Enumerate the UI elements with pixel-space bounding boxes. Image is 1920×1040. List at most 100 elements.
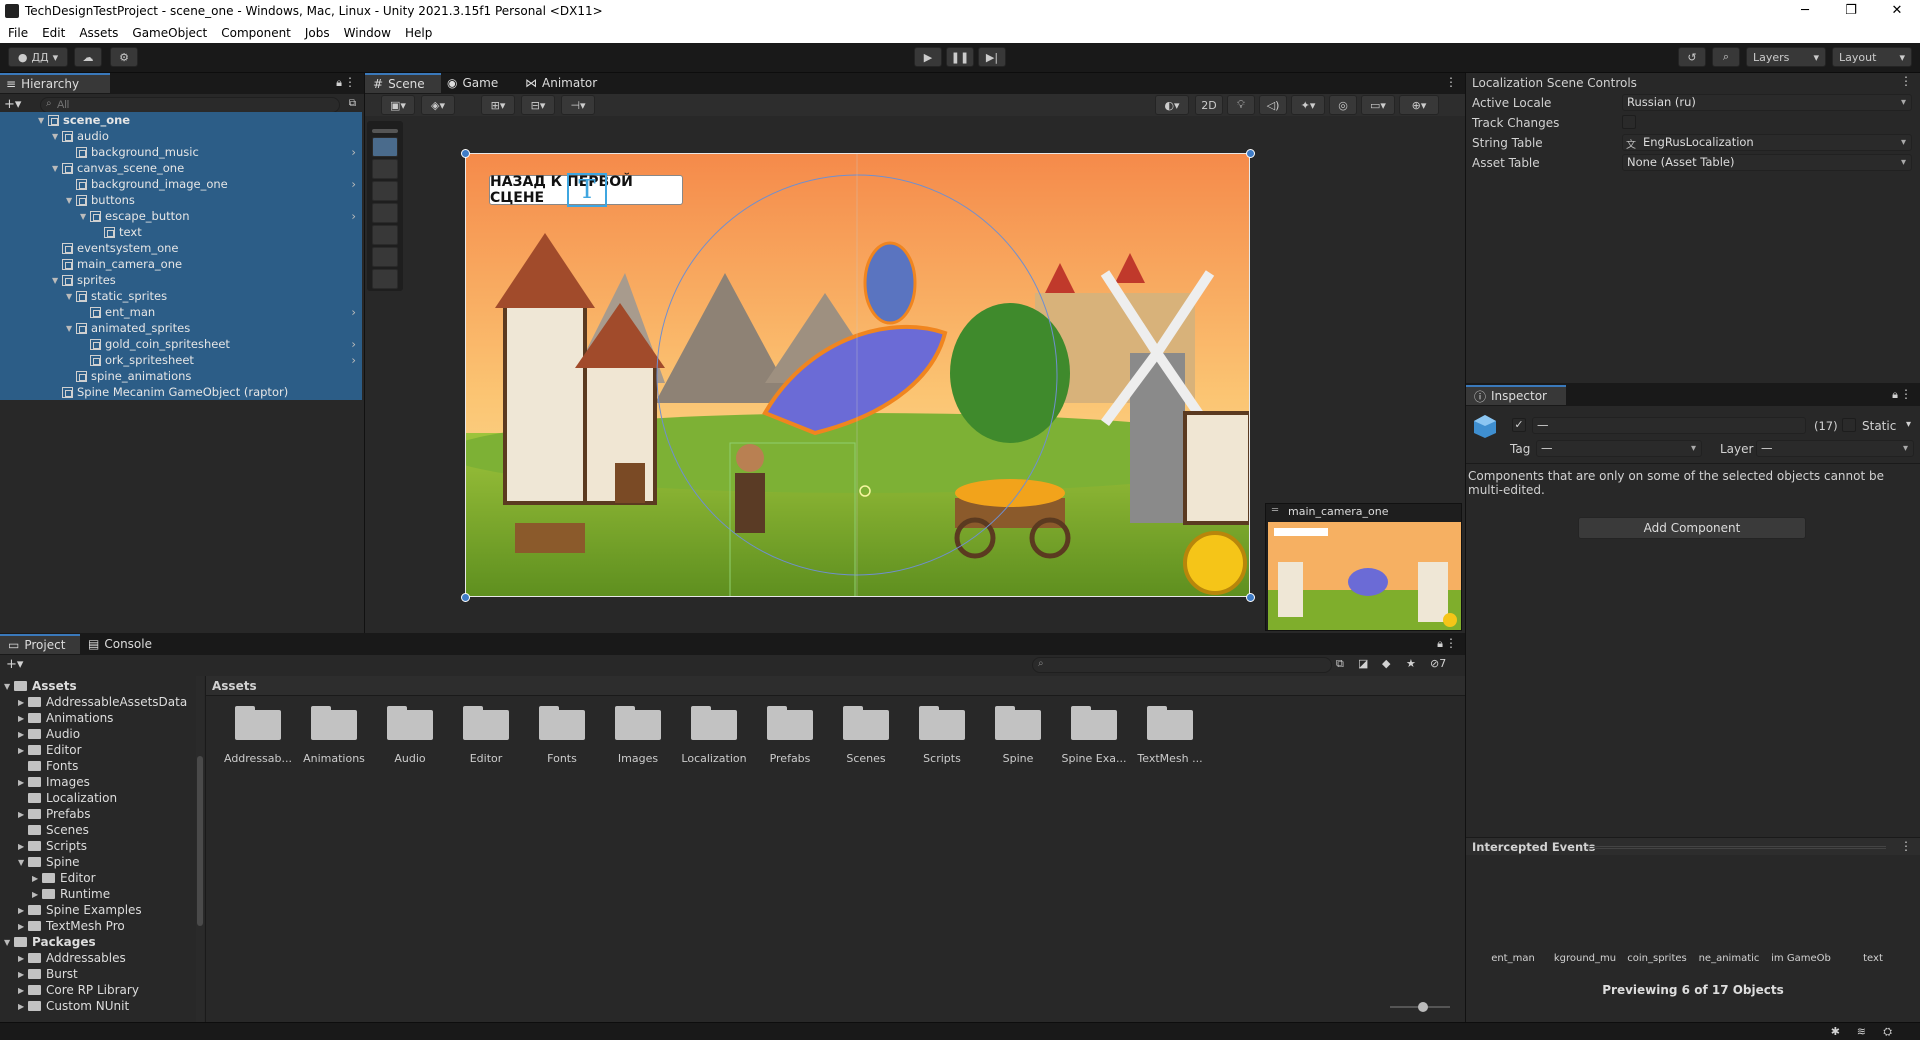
expand-arrow-icon[interactable]: ▶ xyxy=(18,922,28,931)
preview-item[interactable]: im GameOb xyxy=(1768,953,1834,964)
chevron-right-icon[interactable]: › xyxy=(351,145,356,159)
expand-arrow-icon[interactable]: ▼ xyxy=(52,276,62,285)
folder-tree-item[interactable]: ▶ Animations xyxy=(18,710,113,726)
hierarchy-row[interactable]: ork_spritesheet › xyxy=(0,352,362,368)
move-tool-icon[interactable] xyxy=(372,159,398,179)
grid-snap-icon[interactable]: ⊞▾ xyxy=(481,95,515,115)
string-table-dropdown[interactable]: EngRusLocalization xyxy=(1622,134,1912,151)
hierarchy-row[interactable]: ▼ escape_button › xyxy=(0,208,362,224)
chevron-right-icon[interactable]: › xyxy=(351,209,356,223)
filter-icon[interactable]: ⧉ xyxy=(349,98,356,109)
expand-arrow-icon[interactable]: ▶ xyxy=(18,970,28,979)
static-checkbox[interactable] xyxy=(1842,418,1856,432)
overlay-handle[interactable] xyxy=(372,129,398,133)
folder-tree-item[interactable]: ▶ TextMesh Pro xyxy=(18,918,125,934)
scene-game-canvas[interactable]: НАЗАД К ПЕРВОЙ СЦЕНЕ T xyxy=(465,153,1250,597)
folder-tree-item[interactable]: ▶ Runtime xyxy=(32,886,110,902)
expand-arrow-icon[interactable]: ▼ xyxy=(52,132,62,141)
more-icon[interactable]: ⋮ xyxy=(1900,387,1912,401)
hierarchy-search-input[interactable] xyxy=(40,97,340,113)
pause-button[interactable]: ❚❚ xyxy=(946,47,974,67)
minimize-button[interactable]: ─ xyxy=(1782,0,1828,22)
account-button[interactable]: ● ДД ▾ xyxy=(8,47,68,67)
maximize-button[interactable]: ❐ xyxy=(1828,0,1874,22)
menu-gameobject[interactable]: GameObject xyxy=(132,26,207,40)
more-icon[interactable]: ⋮ xyxy=(1900,839,1912,853)
preview-item[interactable]: coin_sprites xyxy=(1624,953,1690,964)
folder-label[interactable]: Audio xyxy=(372,752,448,765)
history-icon[interactable]: ↺ xyxy=(1678,47,1706,67)
track-changes-checkbox[interactable] xyxy=(1622,115,1636,129)
bug-icon[interactable]: ✱ xyxy=(1831,1025,1840,1038)
asset-table-dropdown[interactable]: None (Asset Table) xyxy=(1622,154,1912,171)
expand-arrow-icon[interactable]: ▶ xyxy=(18,1002,28,1011)
folder-tree-item[interactable]: ▶ Audio xyxy=(18,726,80,742)
folder-icon[interactable] xyxy=(691,704,737,740)
folder-label[interactable]: Fonts xyxy=(524,752,600,765)
filter-by-label-icon[interactable]: ◪ xyxy=(1358,657,1368,670)
hierarchy-row[interactable]: ent_man › xyxy=(0,304,362,320)
menu-window[interactable]: Window xyxy=(344,26,391,40)
more-icon[interactable]: ⋮ xyxy=(344,75,356,89)
expand-arrow-icon[interactable]: ▼ xyxy=(18,858,28,867)
shading-icon[interactable]: ◈▾ xyxy=(421,95,455,115)
folder-label[interactable]: Scenes xyxy=(828,752,904,765)
favorite-icon[interactable]: ★ xyxy=(1406,657,1416,670)
layers-dropdown[interactable]: Layers ▾ xyxy=(1746,47,1826,67)
folder-label[interactable]: Prefabs xyxy=(752,752,828,765)
menu-help[interactable]: Help xyxy=(405,26,432,40)
expand-arrow-icon[interactable]: ▶ xyxy=(18,954,28,963)
preview-item[interactable]: text xyxy=(1840,953,1906,964)
hierarchy-row[interactable]: gold_coin_spritesheet › xyxy=(0,336,362,352)
folder-icon[interactable] xyxy=(843,704,889,740)
camera-icon[interactable]: ▭▾ xyxy=(1361,95,1395,115)
expand-arrow-icon[interactable]: ▼ xyxy=(52,164,62,173)
resize-handle-tr[interactable] xyxy=(1246,149,1255,158)
hierarchy-row[interactable]: ▼ buttons xyxy=(0,192,362,208)
folder-icon[interactable] xyxy=(615,704,661,740)
folder-tree-item[interactable]: ▶ Spine Examples xyxy=(18,902,142,918)
hierarchy-row[interactable]: ▼ scene_one xyxy=(0,112,362,128)
gizmos-icon[interactable]: ⊕▾ xyxy=(1399,95,1439,115)
tab-inspector[interactable]: ⓘ Inspector xyxy=(1466,385,1566,405)
folder-icon[interactable] xyxy=(311,704,357,740)
add-icon[interactable]: +▾ xyxy=(4,97,21,112)
hierarchy-row[interactable]: spine_animations xyxy=(0,368,362,384)
preview-item[interactable]: kground_mu xyxy=(1552,953,1618,964)
resize-handle-bl[interactable] xyxy=(461,593,470,602)
hierarchy-row[interactable]: ▼ canvas_scene_one xyxy=(0,160,362,176)
rotate-tool-icon[interactable] xyxy=(372,181,398,201)
add-component-button[interactable]: Add Component xyxy=(1578,517,1806,539)
folder-tree-item[interactable]: ▶ Editor xyxy=(32,870,96,886)
folder-tree-item[interactable]: ▶ Burst xyxy=(18,966,78,982)
search-icon[interactable]: ⌕ xyxy=(1712,47,1740,67)
tab-scene[interactable]: # Scene xyxy=(365,73,441,93)
visibility-icon[interactable]: ◎ xyxy=(1329,95,1357,115)
folder-icon[interactable] xyxy=(539,704,585,740)
menu-file[interactable]: File xyxy=(8,26,28,40)
audio-icon[interactable]: ◁) xyxy=(1259,95,1287,115)
lock-icon[interactable]: 🔒︎ xyxy=(1892,388,1898,402)
tab-hierarchy[interactable]: ≡ Hierarchy xyxy=(0,73,110,93)
tab-animator[interactable]: ⋈ Animator xyxy=(525,73,615,93)
collab-icon[interactable]: ⚙ xyxy=(110,47,138,67)
folder-icon[interactable] xyxy=(1071,704,1117,740)
hierarchy-row[interactable]: ▼ static_sprites xyxy=(0,288,362,304)
folder-label[interactable]: Localization xyxy=(676,752,752,765)
more-icon[interactable]: ⋮ xyxy=(1900,74,1912,88)
folder-label[interactable]: Addressab... xyxy=(220,752,296,765)
folder-icon[interactable] xyxy=(919,704,965,740)
close-button[interactable]: ✕ xyxy=(1874,0,1920,22)
folder-tree-item[interactable]: ▶ Prefabs xyxy=(18,806,91,822)
active-checkbox[interactable]: ✓ xyxy=(1512,418,1526,432)
hierarchy-row[interactable]: Spine Mecanim GameObject (raptor) xyxy=(0,384,362,400)
expand-arrow-icon[interactable]: ▶ xyxy=(18,810,28,819)
expand-arrow-icon[interactable]: ▼ xyxy=(66,196,76,205)
effects-icon[interactable]: ✦▾ xyxy=(1291,95,1325,115)
folder-label[interactable]: Scripts xyxy=(904,752,980,765)
folder-icon[interactable] xyxy=(235,704,281,740)
folder-label[interactable]: TextMesh ... xyxy=(1132,752,1208,765)
folder-tree-item[interactable]: ▼ Assets xyxy=(4,678,77,694)
expand-arrow-icon[interactable]: ▶ xyxy=(32,890,42,899)
drag-handle-icon[interactable]: ═ xyxy=(1272,505,1278,516)
